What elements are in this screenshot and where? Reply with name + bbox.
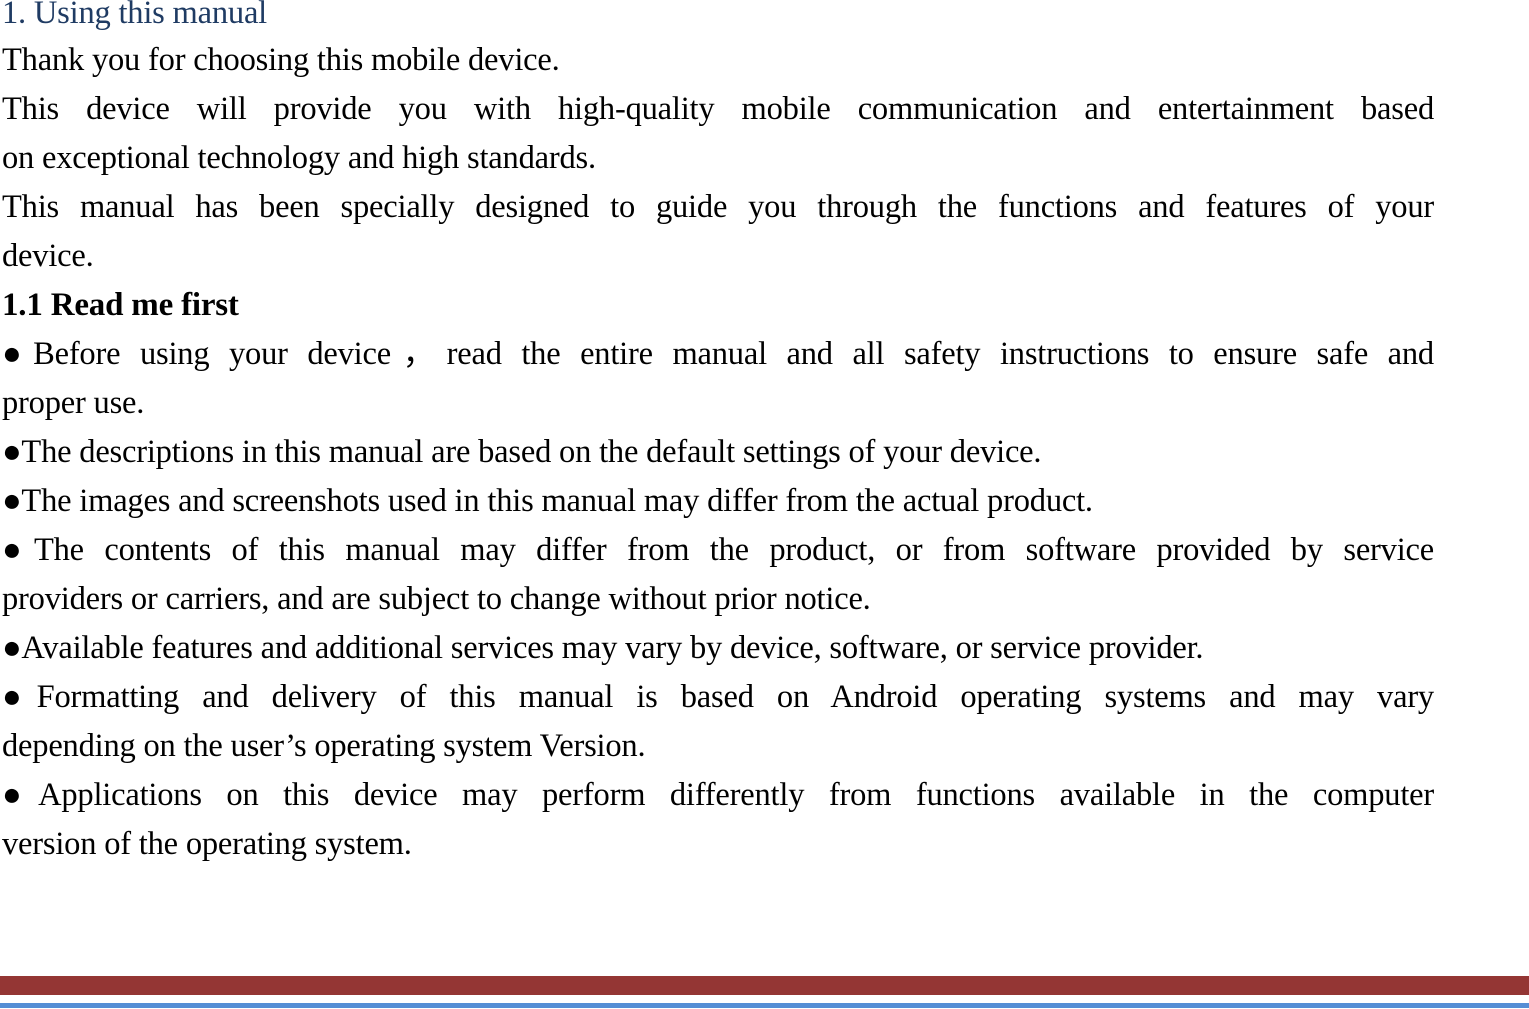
footer-rule-secondary [0, 1003, 1529, 1008]
bullet-list: ●Before using your device，read the entir… [2, 330, 1434, 869]
bullet-line: proper use. [2, 385, 145, 421]
bullet-line: depending on the user’s operating system… [2, 728, 646, 764]
bullet-line: ●Formatting and delivery of this manual … [2, 679, 1434, 715]
footer-rule-primary [0, 976, 1529, 995]
bullet-line: providers or carriers, and are subject t… [2, 581, 871, 617]
section-title: 1. Using this manual [2, 0, 268, 31]
bullet-line: version of the operating system. [2, 826, 412, 862]
document-page: 1. Using this manual Thank you for choos… [2, 0, 1434, 869]
bullet-item: ●Before using your device，read the entir… [2, 330, 1434, 428]
paragraph-line: device. [2, 238, 94, 274]
bullet-line: ●The images and screenshots used in this… [2, 483, 1093, 519]
bullet-item: ●The contents of this manual may differ … [2, 526, 1434, 624]
paragraph-line: on exceptional technology and high stand… [2, 140, 596, 176]
paragraph-line: This manual has been specially designed … [2, 189, 1434, 225]
bullet-item: ●The images and screenshots used in this… [2, 477, 1434, 526]
intro-paragraph-2: This device will provide you with high-q… [2, 85, 1434, 183]
bullet-item: ●The descriptions in this manual are bas… [2, 428, 1434, 477]
bullet-item: ●Formatting and delivery of this manual … [2, 673, 1434, 771]
bullet-line: ●Applications on this device may perform… [2, 777, 1434, 813]
bullet-item: ●Available features and additional servi… [2, 624, 1434, 673]
bullet-item: ●Applications on this device may perform… [2, 771, 1434, 869]
intro-paragraph-3: This manual has been specially designed … [2, 183, 1434, 281]
bullet-line: ●Available features and additional servi… [2, 630, 1204, 666]
intro-paragraph-1: Thank you for choosing this mobile devic… [2, 42, 560, 78]
bullet-line: ●Before using your device，read the entir… [2, 336, 1434, 372]
bullet-line: ●The contents of this manual may differ … [2, 532, 1434, 568]
bullet-line: ●The descriptions in this manual are bas… [2, 434, 1042, 470]
subsection-title: 1.1 Read me first [2, 287, 239, 323]
paragraph-line: This device will provide you with high-q… [2, 91, 1434, 127]
